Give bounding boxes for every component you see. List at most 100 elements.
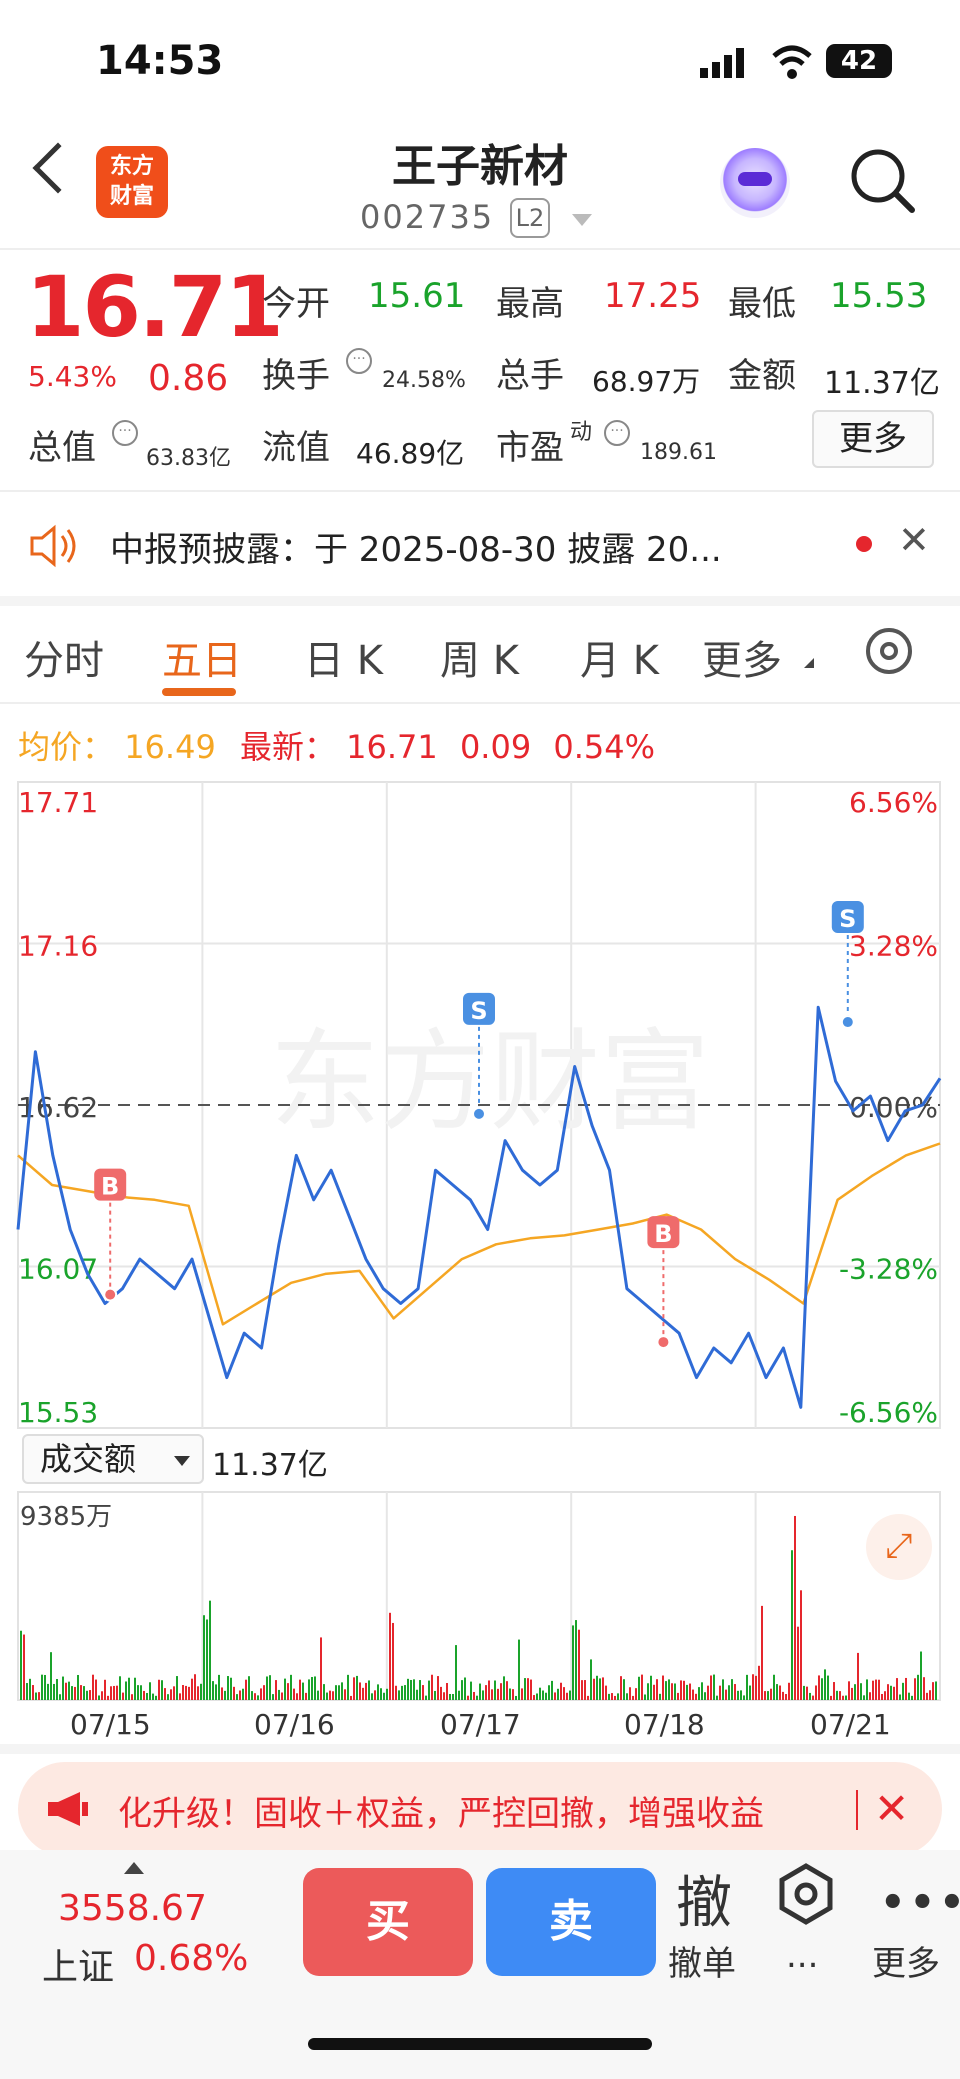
megaphone-icon [46,1790,90,1828]
volume-bar [416,1689,418,1700]
ad-close-icon[interactable]: ✕ [874,1784,909,1833]
volume-value: 68.97万 [592,365,701,398]
tab-more-corner-icon [804,658,814,668]
volume-bar [500,1683,502,1700]
volume-bar [617,1693,619,1700]
info-dots-icon[interactable]: ··· [112,420,138,446]
info-dots-icon[interactable]: ··· [346,348,372,374]
volume-metric-select[interactable]: 成交额 [22,1434,204,1484]
index-value[interactable]: 3558.67 [58,1888,207,1929]
volume-bar [893,1686,895,1700]
open-label: 今开 [262,284,330,324]
volume-bar [848,1681,850,1700]
volume-bar [785,1694,787,1700]
volume-bar [821,1678,823,1700]
buy-marker-dot [103,1287,118,1302]
volume-bar [761,1605,763,1700]
date-label: 07/16 [254,1708,335,1741]
five-day-chart[interactable]: 东方财富17.7117.1616.6216.0715.536.56%3.28%0… [0,770,960,1730]
volume-bar [188,1686,190,1700]
close-icon[interactable]: ✕ [898,518,930,562]
volume-bar [920,1651,922,1700]
volume-bar [71,1686,73,1700]
volume-bar [818,1675,820,1700]
volume-bar [86,1690,88,1700]
volume-bar [212,1681,214,1700]
volume-bar [689,1683,691,1700]
hexagon-icon[interactable] [774,1862,838,1926]
volume-bar [62,1676,64,1700]
volume-bar [827,1675,829,1700]
volume-bar [101,1691,103,1700]
high-label: 最高 [496,284,564,324]
level2-badge[interactable]: L2 [510,198,550,238]
volume-bar [878,1679,880,1700]
tab-more[interactable]: 更多 [702,628,782,686]
volume-bar [434,1690,436,1700]
volume-bar [200,1683,202,1700]
volume-bar [452,1694,454,1700]
change-amount: 0.86 [148,358,229,399]
volume-bar [860,1683,862,1700]
cancel-order-icon[interactable]: 撤 [676,1858,732,1939]
index-expand-icon[interactable] [124,1862,144,1874]
y-tick-right: 6.56% [849,786,938,819]
chart-bottom-divider [0,1744,960,1754]
change-percent: 5.43% [28,360,117,393]
volume-bar [191,1678,193,1700]
volume-bar [557,1688,559,1700]
volume-bar [710,1675,712,1700]
avg-row: 均价： 16.49 最新： 16.71 0.09 0.54% [18,722,655,768]
info-dots-icon[interactable]: ··· [604,420,630,446]
volume-bar [728,1685,730,1700]
volume-bar [626,1693,628,1700]
volume-bar [905,1677,907,1700]
volume-bar [440,1686,442,1700]
volume-bar [194,1674,196,1700]
y-tick-right: 3.28% [849,930,938,963]
expand-icon[interactable]: ⤢ [866,1514,932,1580]
tab-intraday[interactable]: 分时 [24,628,104,686]
volume-bar [389,1612,391,1700]
more-label[interactable]: 更多 [872,1936,940,1985]
volume-bar [497,1688,499,1700]
amount-label: 金额 [728,356,796,396]
volume-bar [482,1690,484,1700]
tab-weekly-k[interactable]: 周 K [440,628,519,686]
tab-monthly-k[interactable]: 月 K [580,628,659,686]
volume-bar [548,1685,550,1700]
more-dots-icon[interactable]: ••• [880,1880,960,1926]
chevron-down-icon[interactable] [572,214,592,226]
volume-bar [275,1680,277,1700]
tab-five-day[interactable]: 五日 [162,628,242,686]
volume-bar [836,1690,838,1700]
sell-button[interactable]: 卖 [486,1868,656,1976]
quote-more-button[interactable]: 更多 [812,410,934,468]
tab-daily-k[interactable]: 日 K [304,628,383,686]
volume-bar [374,1690,376,1700]
chevron-down-icon [174,1456,190,1466]
buy-button[interactable]: 买 [303,1868,473,1976]
hexagon-label[interactable]: ... [786,1936,818,1976]
volume-bar [341,1682,343,1700]
cancel-order-label[interactable]: 撤单 [668,1936,736,1985]
volume-bar [740,1690,742,1700]
volume-bar [257,1695,259,1700]
volume-bar [605,1685,607,1700]
volume-bar [221,1687,223,1700]
volume-bar [608,1693,610,1700]
volume-bar [635,1688,637,1700]
volume-bar [182,1685,184,1700]
search-icon[interactable] [850,148,916,214]
volume-bar [218,1674,220,1700]
volume-bar [686,1684,688,1700]
notice-text[interactable]: 中报预披露：于 2025-08-30 披露 20... [110,522,722,571]
volume-bar [563,1687,565,1700]
high-value: 17.25 [604,276,702,316]
volume-bar [170,1689,172,1700]
volume-bar [575,1620,577,1700]
home-indicator [308,2038,652,2050]
volume-bar [284,1678,286,1700]
volume-bar [419,1680,421,1700]
ad-text[interactable]: 化升级！固收＋权益，严控回撤，增强收益 [118,1786,853,1835]
